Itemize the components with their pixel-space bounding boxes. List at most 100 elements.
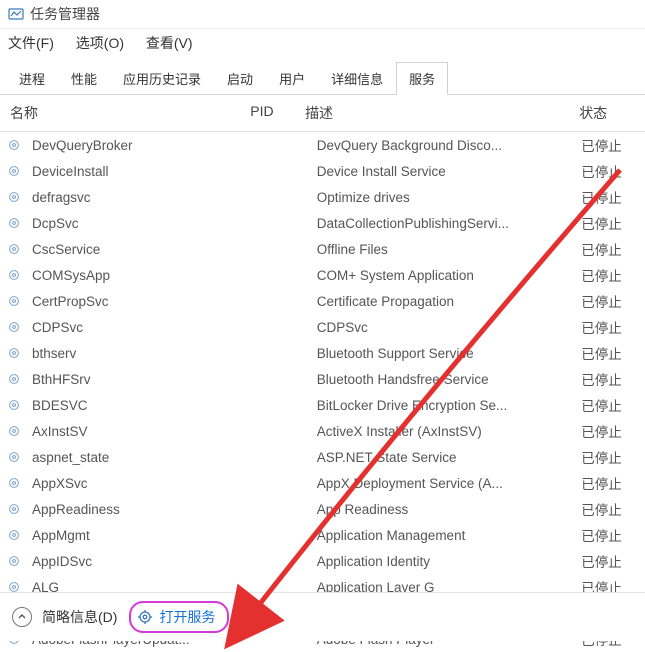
service-icon bbox=[6, 241, 22, 257]
service-status: 已停止 bbox=[581, 447, 639, 467]
service-row[interactable]: CscService Offline Files已停止 bbox=[0, 236, 645, 262]
service-status: 已停止 bbox=[581, 317, 639, 337]
service-status: 已停止 bbox=[581, 395, 639, 415]
service-desc: App Readiness bbox=[317, 502, 582, 517]
header-pid[interactable]: PID bbox=[250, 103, 305, 123]
service-name: CertPropSvc bbox=[28, 294, 264, 309]
service-row[interactable]: bthserv Bluetooth Support Service已停止 bbox=[0, 340, 645, 366]
service-name: BDESVC bbox=[28, 398, 264, 413]
service-name: DeviceInstall bbox=[28, 164, 264, 179]
service-icon bbox=[6, 293, 22, 309]
service-row[interactable]: defragsvcOptimize drives已停止 bbox=[0, 184, 645, 210]
bottom-bar: 简略信息(D) 打开服务 bbox=[0, 592, 645, 641]
app-icon bbox=[8, 6, 24, 22]
service-desc: ASP.NET State Service bbox=[317, 450, 582, 465]
tab-details[interactable]: 详细信息 bbox=[318, 62, 396, 95]
service-row[interactable]: BDESVC BitLocker Drive Encryption Se...已停… bbox=[0, 392, 645, 418]
service-row[interactable]: AxInstSV ActiveX Installer (AxInstSV)已停止 bbox=[0, 418, 645, 444]
tab-startup[interactable]: 启动 bbox=[214, 62, 266, 95]
service-name: defragsvc bbox=[28, 190, 264, 205]
service-icon bbox=[6, 397, 22, 413]
service-desc: Application Identity bbox=[317, 554, 582, 569]
menu-file[interactable]: 文件(F) bbox=[8, 35, 54, 51]
menu-options[interactable]: 选项(O) bbox=[76, 35, 124, 51]
service-name: AppIDSvc bbox=[28, 554, 264, 569]
service-icon bbox=[6, 475, 22, 491]
service-desc: Bluetooth Support Service bbox=[317, 346, 582, 361]
service-status: 已停止 bbox=[581, 213, 639, 233]
service-name: COMSysApp bbox=[28, 268, 264, 283]
tab-performance[interactable]: 性能 bbox=[58, 62, 110, 95]
open-services-label: 打开服务 bbox=[159, 607, 215, 627]
service-status: 已停止 bbox=[581, 551, 639, 571]
tab-app-history[interactable]: 应用历史记录 bbox=[110, 62, 214, 95]
service-row[interactable]: AppMgmtApplication Management已停止 bbox=[0, 522, 645, 548]
service-icon bbox=[6, 527, 22, 543]
column-headers: 名称 PID 描述 状态 bbox=[0, 95, 645, 132]
service-name: AxInstSV bbox=[28, 424, 264, 439]
service-icon bbox=[6, 449, 22, 465]
service-status: 已停止 bbox=[581, 343, 639, 363]
tab-users[interactable]: 用户 bbox=[266, 62, 318, 95]
header-status[interactable]: 状态 bbox=[579, 103, 639, 123]
service-name: DevQueryBroker bbox=[28, 138, 264, 153]
service-row[interactable]: BthHFSrvBluetooth Handsfree Service已停止 bbox=[0, 366, 645, 392]
service-desc: Offline Files bbox=[317, 242, 582, 257]
service-row[interactable]: CertPropSvcCertificate Propagation已停止 bbox=[0, 288, 645, 314]
service-status: 已停止 bbox=[581, 369, 639, 389]
service-row[interactable]: AppIDSvc Application Identity已停止 bbox=[0, 548, 645, 574]
service-desc: CDPSvc bbox=[317, 320, 582, 335]
service-icon bbox=[6, 345, 22, 361]
service-desc: DevQuery Background Disco... bbox=[317, 138, 582, 153]
service-name: CscService bbox=[28, 242, 264, 257]
service-icon bbox=[6, 137, 22, 153]
service-desc: Optimize drives bbox=[317, 190, 582, 205]
service-desc: COM+ System Application bbox=[317, 268, 582, 283]
service-status: 已停止 bbox=[581, 265, 639, 285]
service-icon bbox=[6, 371, 22, 387]
tab-processes[interactable]: 进程 bbox=[6, 62, 58, 95]
service-row[interactable]: COMSysApp COM+ System Application已停止 bbox=[0, 262, 645, 288]
service-icon bbox=[6, 215, 22, 231]
service-name: DcpSvc bbox=[28, 216, 264, 231]
menu-view[interactable]: 查看(V) bbox=[146, 35, 193, 51]
header-name[interactable]: 名称 bbox=[6, 103, 250, 123]
tab-strip: 进程 性能 应用历史记录 启动 用户 详细信息 服务 bbox=[0, 61, 645, 95]
services-list: DevQueryBroker DevQuery Background Disco.… bbox=[0, 132, 645, 652]
service-status: 已停止 bbox=[581, 135, 639, 155]
window-title: 任务管理器 bbox=[30, 4, 100, 24]
service-desc: DataCollectionPublishingServi... bbox=[317, 216, 582, 231]
header-desc[interactable]: 描述 bbox=[305, 103, 579, 123]
service-status: 已停止 bbox=[581, 473, 639, 493]
service-row[interactable]: CDPSvcCDPSvc已停止 bbox=[0, 314, 645, 340]
service-row[interactable]: DcpSvc DataCollectionPublishingServi...已停… bbox=[0, 210, 645, 236]
service-desc: AppX Deployment Service (A... bbox=[317, 476, 582, 491]
tab-services[interactable]: 服务 bbox=[396, 62, 448, 95]
service-name: bthserv bbox=[28, 346, 264, 361]
service-status: 已停止 bbox=[581, 161, 639, 181]
service-row[interactable]: AppReadiness App Readiness已停止 bbox=[0, 496, 645, 522]
service-status: 已停止 bbox=[581, 239, 639, 259]
service-desc: BitLocker Drive Encryption Se... bbox=[317, 398, 582, 413]
service-name: AppReadiness bbox=[28, 502, 264, 517]
service-row[interactable]: aspnet_state ASP.NET State Service已停止 bbox=[0, 444, 645, 470]
service-desc: Certificate Propagation bbox=[317, 294, 582, 309]
service-status: 已停止 bbox=[581, 499, 639, 519]
fewer-details-link[interactable]: 简略信息(D) bbox=[42, 607, 117, 627]
service-status: 已停止 bbox=[581, 421, 639, 441]
service-icon bbox=[6, 163, 22, 179]
service-icon bbox=[6, 423, 22, 439]
service-row[interactable]: DevQueryBroker DevQuery Background Disco.… bbox=[0, 132, 645, 158]
chevron-up-icon[interactable] bbox=[12, 607, 32, 627]
service-desc: ActiveX Installer (AxInstSV) bbox=[317, 424, 582, 439]
service-icon bbox=[6, 267, 22, 283]
service-row[interactable]: DeviceInstall Device Install Service已停止 bbox=[0, 158, 645, 184]
service-name: AppMgmt bbox=[28, 528, 264, 543]
service-name: aspnet_state bbox=[28, 450, 264, 465]
service-desc: Application Management bbox=[317, 528, 582, 543]
gear-icon bbox=[137, 609, 153, 625]
open-services-button[interactable]: 打开服务 bbox=[129, 601, 229, 633]
service-desc: Device Install Service bbox=[317, 164, 582, 179]
menu-bar: 文件(F) 选项(O) 查看(V) bbox=[0, 29, 645, 57]
service-row[interactable]: AppXSvcAppX Deployment Service (A...已停止 bbox=[0, 470, 645, 496]
